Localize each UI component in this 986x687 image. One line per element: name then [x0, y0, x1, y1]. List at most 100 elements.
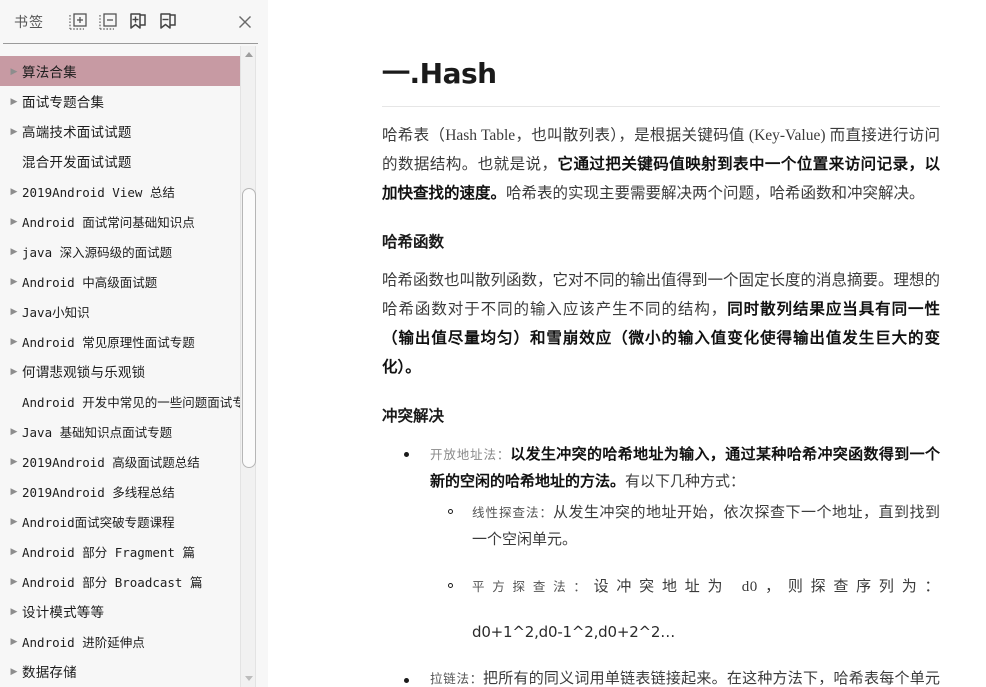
- list-item: 平方探查法：设冲突地址为 d0，则探查序列为：: [430, 574, 940, 601]
- toolbar-divider: [3, 43, 258, 44]
- bookmark-item-label: java 深入源码级的面试题: [22, 244, 173, 260]
- bookmark-item[interactable]: ▶ Android 常见原理性面试专题: [0, 326, 252, 356]
- bullet-dot-icon: [404, 452, 409, 457]
- chevron-right-icon[interactable]: ▶: [6, 306, 22, 316]
- bookmark-item[interactable]: ▶Android 开发中常见的一些问题面试专题: [0, 386, 252, 416]
- bullet-circle-icon: [448, 583, 453, 588]
- bookmarks-sidebar: 书签 ▶ 算法合集 ▶ 面试专题合集 ▶ 高端技术面试试题 混合开发面试试题 ▶…: [0, 0, 282, 687]
- close-icon[interactable]: [234, 11, 256, 33]
- intro-paragraph: 哈希表（Hash Table，也叫散列表），是根据关键码值 (Key-Value…: [382, 121, 940, 208]
- chevron-right-icon[interactable]: ▶: [6, 276, 22, 286]
- chevron-right-icon[interactable]: ▶: [6, 666, 22, 676]
- bullet-dot-icon: [404, 678, 409, 683]
- bookmark-item-label: 2019Android 高级面试题总结: [22, 454, 200, 470]
- bookmark-item[interactable]: ▶ 2019Android 高级面试题总结: [0, 446, 252, 476]
- chevron-right-icon[interactable]: ▶: [6, 246, 22, 256]
- bookmark-item[interactable]: ▶ Android 中高级面试题: [0, 266, 252, 296]
- collapse-all-icon[interactable]: [98, 12, 118, 32]
- bookmark-item[interactable]: ▶ 算法合集: [0, 56, 252, 86]
- bookmark-item[interactable]: ▶ java 深入源码级的面试题: [0, 236, 252, 266]
- section-heading-collision: 冲突解决: [382, 407, 445, 425]
- bookmark-item-label: 设计模式等等: [22, 605, 105, 621]
- bookmark-item[interactable]: ▶ 高端技术面试试题: [0, 116, 252, 146]
- sidebar-scrollbar[interactable]: [240, 46, 256, 687]
- chevron-right-icon[interactable]: ▶: [6, 576, 22, 586]
- bookmark-item[interactable]: ▶ Android 部分 Fragment 篇: [0, 536, 252, 566]
- list-item: 线性探查法：从发生冲突的地址开始，依次探查下一个地址，直到找到一个空闲单元。: [430, 500, 940, 554]
- remove-bookmark-icon[interactable]: [158, 12, 178, 32]
- bookmark-item-label: 2019Android View 总结: [22, 184, 175, 200]
- list-item: 拉链法：把所有的同义词用单链表链接起来。在这种方法下，哈希表每个单元中存放的不再…: [382, 666, 940, 687]
- chevron-right-icon[interactable]: ▶: [6, 186, 22, 196]
- bookmark-item-label: Java 基础知识点面试专题: [22, 424, 173, 440]
- add-bookmark-icon[interactable]: [128, 12, 148, 32]
- pdf-reader-window: 书签 ▶ 算法合集 ▶ 面试专题合集 ▶ 高端技术面试试题 混合开发面试试题 ▶…: [0, 0, 986, 687]
- scroll-down-arrow-icon[interactable]: [241, 670, 257, 687]
- bookmark-item-label: Java小知识: [22, 304, 90, 320]
- bookmark-item-label: 数据存储: [22, 665, 77, 681]
- open-addressing-tail: 有以下几种方式：: [625, 474, 746, 490]
- probe-sequence-code: d0+1^2,d0-1^2,d0+2^2…: [472, 623, 676, 641]
- bookmark-item[interactable]: ▶ Java小知识: [0, 296, 252, 326]
- scrollbar-thumb[interactable]: [242, 188, 256, 468]
- page-title: 一.Hash: [382, 57, 497, 90]
- chevron-right-icon[interactable]: ▶: [6, 546, 22, 556]
- hash-function-paragraph: 哈希函数也叫散列函数，它对不同的输出值得到一个固定长度的消息摘要。理想的哈希函数…: [382, 266, 940, 382]
- bookmark-item[interactable]: ▶ 2019Android 多线程总结: [0, 476, 252, 506]
- sidebar-toolbar: 书签: [0, 0, 268, 44]
- chevron-right-icon[interactable]: ▶: [6, 216, 22, 226]
- document-content: 一.Hash 哈希表（Hash Table，也叫散列表），是根据关键码值 (Ke…: [268, 0, 986, 687]
- list-item: 开放地址法：以发生冲突的哈希地址为输入，通过某种哈希冲突函数得到一个新的空闲的哈…: [382, 442, 940, 646]
- bookmark-item-label: Android 中高级面试题: [22, 274, 158, 290]
- bookmark-item[interactable]: ▶ 2019Android View 总结: [0, 176, 252, 206]
- chaining-lead: 拉链法：: [430, 672, 483, 686]
- collision-method-list: 开放地址法：以发生冲突的哈希地址为输入，通过某种哈希冲突函数得到一个新的空闲的哈…: [382, 442, 940, 687]
- bookmark-item[interactable]: ▶ Java 基础知识点面试专题: [0, 416, 252, 446]
- scroll-up-arrow-icon[interactable]: [241, 46, 257, 63]
- chevron-right-icon[interactable]: ▶: [6, 606, 22, 616]
- bookmark-item[interactable]: ▶ 数据存储: [0, 656, 252, 686]
- bullet-circle-icon: [448, 509, 453, 514]
- section-heading-hash-function: 哈希函数: [382, 233, 445, 251]
- chevron-right-icon[interactable]: ▶: [6, 126, 22, 136]
- bookmark-item[interactable]: ▶混合开发面试试题: [0, 146, 252, 176]
- chevron-right-icon[interactable]: ▶: [6, 426, 22, 436]
- open-addressing-lead: 开放地址法：: [430, 448, 511, 462]
- bookmark-item-label: 面试专题合集: [22, 95, 105, 111]
- bookmark-item[interactable]: ▶ Android 面试常问基础知识点: [0, 206, 252, 236]
- bookmark-item-label: Android 常见原理性面试专题: [22, 334, 195, 350]
- quadratic-probe-lead: 平方探查法：: [472, 580, 594, 594]
- chevron-right-icon[interactable]: ▶: [6, 516, 22, 526]
- bookmark-item-label: 2019Android 多线程总结: [22, 484, 175, 500]
- bookmark-item[interactable]: ▶ Android 部分 Broadcast 篇: [0, 566, 252, 596]
- chevron-right-icon[interactable]: ▶: [6, 636, 22, 646]
- bookmark-item[interactable]: ▶ 设计模式等等: [0, 596, 252, 626]
- bookmark-item-label: 何谓悲观锁与乐观锁: [22, 365, 146, 381]
- chevron-right-icon[interactable]: ▶: [6, 66, 22, 76]
- bookmark-item[interactable]: ▶ 何谓悲观锁与乐观锁: [0, 356, 252, 386]
- title-divider: [382, 106, 940, 107]
- chevron-right-icon[interactable]: ▶: [6, 366, 22, 376]
- probe-method-list: 线性探查法：从发生冲突的地址开始，依次探查下一个地址，直到找到一个空闲单元。 平…: [430, 500, 940, 601]
- chevron-right-icon[interactable]: ▶: [6, 486, 22, 496]
- bookmark-item-label: Android面试突破专题课程: [22, 514, 175, 530]
- bookmark-item[interactable]: ▶ Android面试突破专题课程: [0, 506, 252, 536]
- bookmark-list[interactable]: ▶算法合集▶面试专题合集▶高端技术面试试题▶混合开发面试试题▶2019Andro…: [0, 46, 252, 687]
- intro-text-2: 哈希表的实现主要需要解决两个问题，哈希函数和冲突解决。: [506, 185, 925, 202]
- chaining-text-a: 把所有的同义词用单链表链接起来。在这种方法下，哈希表每个单元中存放的不再是元素本…: [482, 671, 940, 687]
- bookmark-item[interactable]: ▶ 面试专题合集: [0, 86, 252, 116]
- bookmark-item-label: Android 开发中常见的一些问题面试专题: [22, 394, 252, 410]
- chevron-right-icon[interactable]: ▶: [6, 456, 22, 466]
- expand-all-icon[interactable]: [68, 12, 88, 32]
- bookmark-item[interactable]: ▶ Android 进阶延伸点: [0, 626, 252, 656]
- bookmark-item-label: 高端技术面试试题: [22, 125, 132, 141]
- quadratic-probe-text: 设冲突地址为 d0，则探查序列为：: [593, 579, 940, 595]
- chevron-right-icon[interactable]: ▶: [6, 336, 22, 346]
- bookmark-item-label: 混合开发面试试题: [22, 155, 132, 171]
- bookmark-item-label: Android 面试常问基础知识点: [22, 214, 195, 230]
- sidebar-title: 书签: [14, 15, 44, 31]
- chevron-right-icon[interactable]: ▶: [6, 96, 22, 106]
- bookmark-item-label: 算法合集: [22, 65, 77, 81]
- bookmark-item-label: Android 部分 Fragment 篇: [22, 544, 195, 560]
- linear-probe-lead: 线性探查法：: [472, 506, 553, 520]
